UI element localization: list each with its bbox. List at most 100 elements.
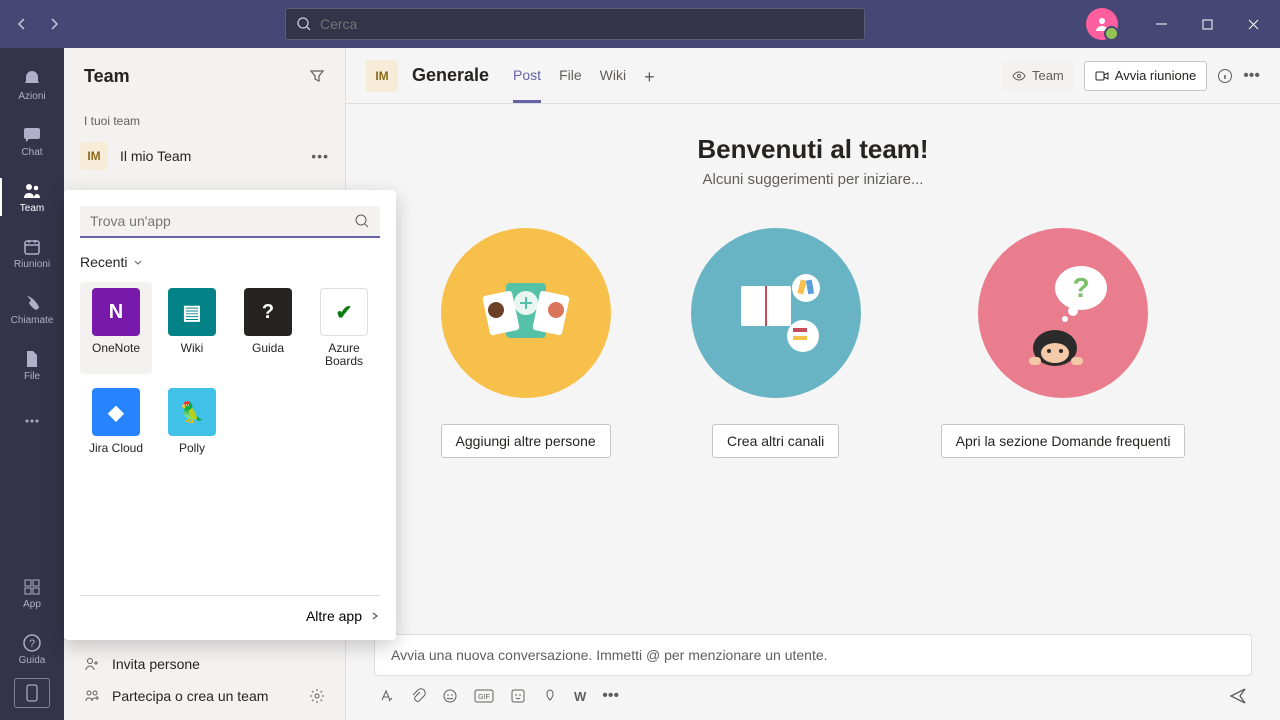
- global-search[interactable]: [285, 8, 865, 40]
- rail-calendar[interactable]: Riunioni: [0, 226, 64, 280]
- create-channels-button[interactable]: Crea altri canali: [712, 424, 839, 458]
- main-area: IM Generale Post File Wiki + Team Avvia …: [346, 48, 1280, 720]
- app-label: Polly: [179, 442, 205, 455]
- chevron-right-icon: [370, 611, 380, 621]
- app-label: Guida: [252, 342, 284, 355]
- window-maximize[interactable]: [1188, 8, 1226, 40]
- rail-label: Azioni: [18, 91, 45, 102]
- card-illustration: [441, 228, 611, 398]
- attach-icon[interactable]: [410, 688, 426, 704]
- app-rail: Azioni Chat Team Riunioni Chiamate File …: [0, 48, 64, 720]
- welcome-subtitle: Alcuni suggerimenti per iniziare...: [366, 171, 1260, 188]
- user-avatar[interactable]: [1086, 8, 1118, 40]
- gif-icon[interactable]: GIF: [474, 689, 494, 703]
- sticker-icon[interactable]: [510, 688, 526, 704]
- team-badge: IM: [80, 142, 108, 170]
- w-icon[interactable]: W: [574, 689, 586, 704]
- join-create-team[interactable]: Partecipa o crea un team: [64, 680, 345, 712]
- rail-mobile[interactable]: [14, 678, 50, 708]
- app-tile-azure-boards[interactable]: ✔ Azure Boards: [308, 282, 380, 374]
- window-close[interactable]: [1234, 8, 1272, 40]
- welcome-title: Benvenuti al team!: [366, 134, 1260, 165]
- rail-apps[interactable]: App: [0, 566, 64, 620]
- rail-chat[interactable]: Chat: [0, 114, 64, 168]
- praise-icon[interactable]: [542, 688, 558, 704]
- channel-header: IM Generale Post File Wiki + Team Avvia …: [346, 48, 1280, 104]
- recenti-header[interactable]: Recenti: [80, 254, 380, 270]
- format-icon[interactable]: [378, 688, 394, 704]
- rail-help[interactable]: ? Guida: [0, 622, 64, 676]
- window-minimize[interactable]: [1142, 8, 1180, 40]
- app-tile-jira-cloud[interactable]: ◆Jira Cloud: [80, 382, 152, 461]
- search-icon: [296, 16, 312, 32]
- sidebar-title: Team: [84, 66, 130, 87]
- join-label: Partecipa o crea un team: [112, 688, 268, 704]
- compose-more-icon[interactable]: •••: [602, 687, 619, 705]
- rail-label: Chiamate: [11, 315, 54, 326]
- app-icon: 🦜: [168, 388, 216, 436]
- card-add-people: Aggiungi altre persone: [441, 228, 611, 458]
- header-more-icon[interactable]: •••: [1243, 67, 1260, 85]
- channel-badge: IM: [366, 60, 398, 92]
- app-search-input[interactable]: [90, 213, 354, 229]
- rail-activity[interactable]: Azioni: [0, 58, 64, 112]
- settings-icon[interactable]: [309, 688, 325, 704]
- tab-post[interactable]: Post: [513, 49, 541, 103]
- svg-text:?: ?: [1072, 272, 1089, 303]
- card-illustration: ?: [978, 228, 1148, 398]
- compose-input[interactable]: Avvia una nuova conversazione. Immetti @…: [374, 634, 1252, 676]
- app-search[interactable]: [80, 206, 380, 238]
- rail-label: App: [23, 599, 41, 610]
- rail-label: Riunioni: [14, 259, 50, 270]
- app-icon: ?: [244, 288, 292, 336]
- chevron-down-icon: [133, 257, 143, 267]
- eye-icon: [1012, 69, 1026, 83]
- composer: Avvia una nuova conversazione. Immetti @…: [374, 634, 1252, 706]
- app-label: Wiki: [181, 342, 204, 355]
- meet-now-button[interactable]: Avvia riunione: [1084, 61, 1207, 91]
- app-icon: ✔: [320, 288, 368, 336]
- tab-wiki[interactable]: Wiki: [600, 49, 626, 103]
- faq-button[interactable]: Apri la sezione Domande frequenti: [941, 424, 1186, 458]
- emoji-icon[interactable]: [442, 688, 458, 704]
- add-people-button[interactable]: Aggiungi altre persone: [441, 424, 611, 458]
- team-row[interactable]: IM Il mio Team •••: [64, 134, 345, 178]
- app-tile-polly[interactable]: 🦜 Polly: [156, 382, 228, 461]
- svg-text:?: ?: [29, 638, 35, 650]
- search-input[interactable]: [320, 16, 854, 32]
- app-icon: ▤: [168, 288, 216, 336]
- rail-label: Chat: [21, 147, 42, 158]
- rail-files[interactable]: File: [0, 338, 64, 392]
- app-tile-guida[interactable]: ? Guida: [232, 282, 304, 374]
- rail-teams[interactable]: Team: [0, 170, 64, 224]
- svg-text:GIF: GIF: [478, 694, 490, 701]
- card-illustration: [691, 228, 861, 398]
- app-tile-wiki[interactable]: ▤ Wiki: [156, 282, 228, 374]
- rail-label: File: [24, 371, 40, 382]
- rail-label: Team: [20, 203, 44, 214]
- app-label: OneNote: [92, 342, 140, 355]
- org-pill[interactable]: Team: [1002, 61, 1074, 91]
- rail-label: Guida: [19, 655, 46, 666]
- team-more-icon[interactable]: •••: [311, 148, 329, 164]
- tab-file[interactable]: File: [559, 49, 582, 103]
- app-label: Azure Boards: [310, 342, 378, 368]
- rail-calls[interactable]: Chiamate: [0, 282, 64, 336]
- search-icon: [354, 213, 370, 229]
- send-icon[interactable]: [1228, 686, 1248, 706]
- invite-people[interactable]: Invita persone: [64, 648, 345, 680]
- title-bar: [0, 0, 1280, 48]
- info-icon[interactable]: [1217, 68, 1233, 84]
- card-faq: ? Apri la sezione Domande frequenti: [941, 228, 1186, 458]
- tab-add[interactable]: +: [644, 49, 655, 103]
- nav-back[interactable]: [8, 10, 36, 38]
- welcome-panel: Benvenuti al team! Alcuni suggerimenti p…: [346, 104, 1280, 624]
- card-create-channels: Crea altri canali: [691, 228, 861, 458]
- nav-forward[interactable]: [40, 10, 68, 38]
- team-name: Il mio Team: [120, 148, 299, 164]
- app-tile-onenote[interactable]: NOneNote: [80, 282, 152, 374]
- more-apps[interactable]: Altre app: [80, 595, 380, 624]
- filter-icon[interactable]: [309, 68, 325, 84]
- video-icon: [1095, 69, 1109, 83]
- rail-more[interactable]: [0, 394, 64, 448]
